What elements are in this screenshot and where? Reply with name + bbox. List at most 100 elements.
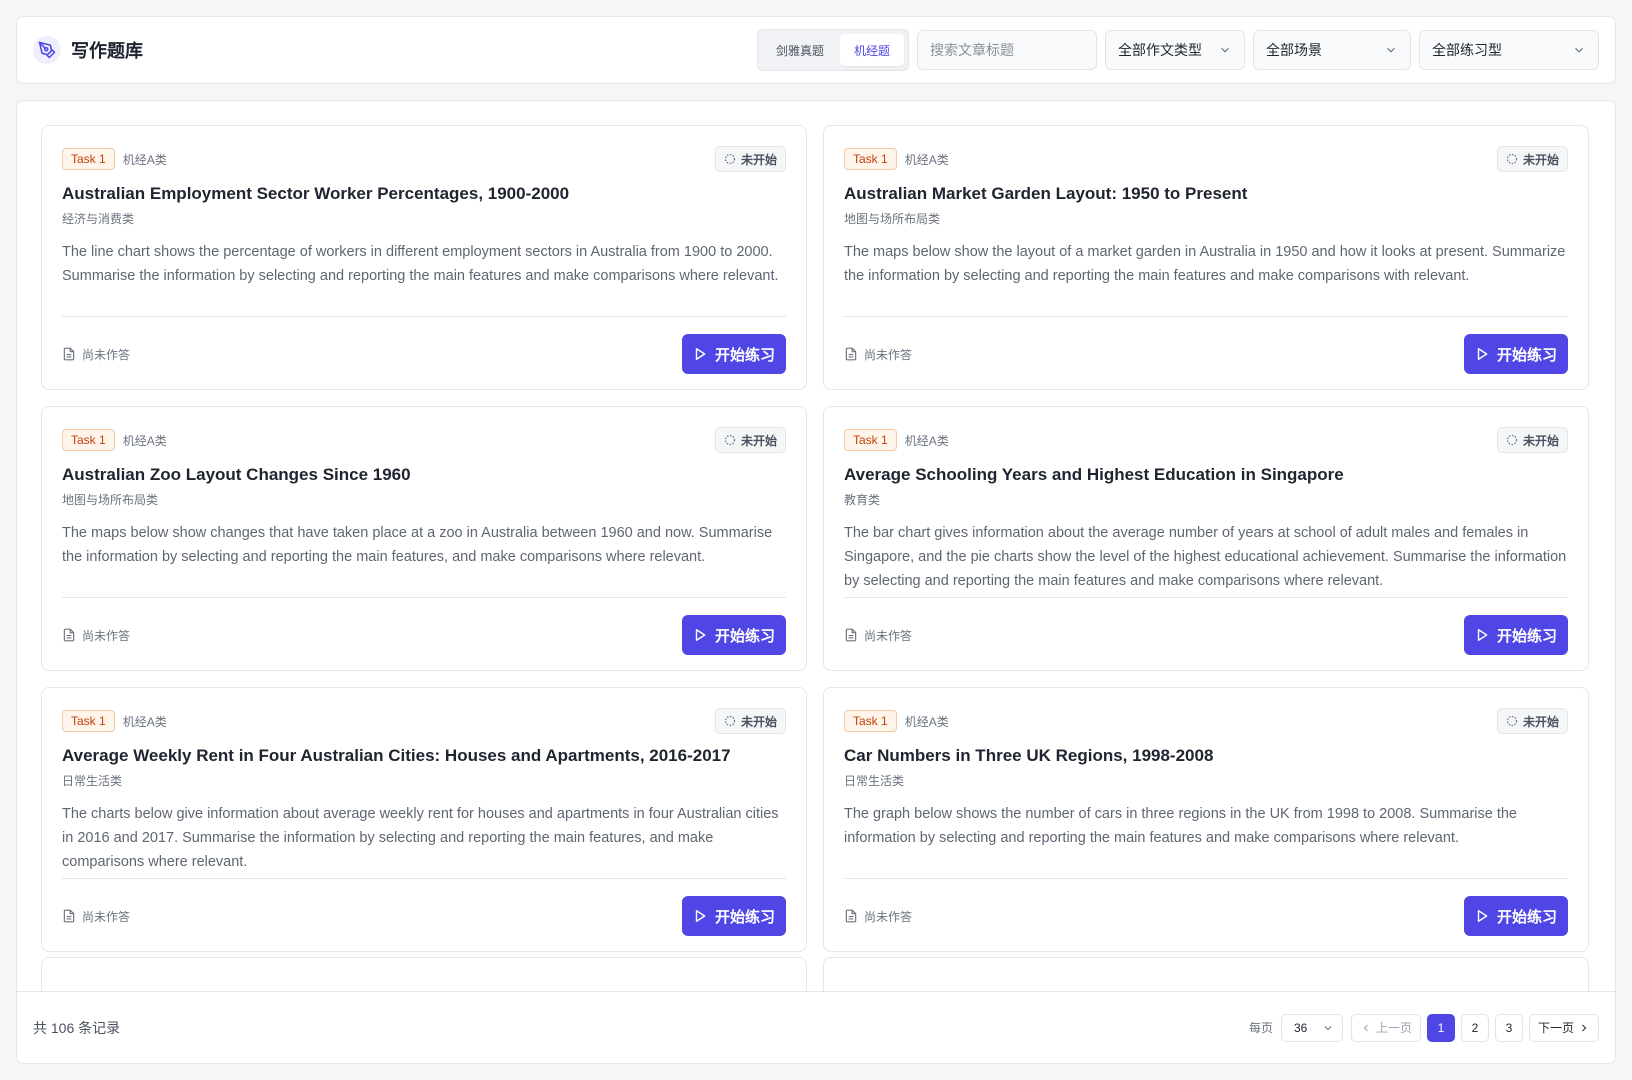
status-text: 未开始	[1522, 714, 1559, 729]
source-label: 机经A类	[122, 152, 167, 167]
chevron-right-icon	[1582, 1024, 1587, 1031]
card-description: The maps below show changes that have ta…	[62, 525, 773, 565]
app-logo-icon	[33, 36, 61, 64]
answer-status-text: 尚未作答	[82, 909, 131, 924]
status-badge: 未开始	[1496, 146, 1568, 172]
card-description: The maps below show the layout of a mark…	[844, 244, 1566, 284]
card-title: Average Weekly Rent in Four Australian C…	[62, 746, 731, 765]
question-list-panel: Task 1 机经A类 未开始 Australian Employment Se…	[16, 100, 1616, 1064]
top-bar: 写作题库 剑雅真题 机经题 全部作文类型 全部场景 全部练习型	[16, 16, 1616, 84]
status-text: 未开始	[740, 433, 777, 448]
start-practice-label: 开始练习	[1496, 346, 1557, 364]
tab-cambridge[interactable]: 剑雅真题	[762, 34, 838, 66]
per-page-select[interactable]: 36	[1280, 1013, 1343, 1042]
task-badge: Task 1	[62, 148, 115, 170]
category-label: 日常生活类	[844, 774, 905, 788]
answer-status-text: 尚未作答	[864, 347, 913, 362]
loading-circle-icon	[724, 434, 736, 446]
document-icon	[63, 909, 75, 923]
task-badge: Task 1	[62, 710, 115, 732]
scene-select[interactable]: 全部场景	[1253, 30, 1411, 70]
card-description: The line chart shows the percentage of w…	[62, 244, 779, 284]
next-page-label: 下一页	[1537, 1021, 1574, 1035]
question-card: Task 1 机经A类 未开始 Average Schooling Years …	[823, 406, 1589, 671]
pagination-bar: 共 106 条记录 每页 36 上一页 1 2 3 下一页	[17, 991, 1615, 1063]
play-icon	[695, 348, 706, 360]
answer-status: 尚未作答	[62, 627, 130, 644]
play-icon	[695, 910, 706, 922]
play-icon	[695, 629, 706, 641]
loading-circle-icon	[724, 153, 736, 165]
document-icon	[845, 347, 857, 361]
document-icon	[63, 347, 75, 361]
document-icon	[845, 628, 857, 642]
category-label: 经济与消费类	[62, 212, 135, 226]
page-button-2[interactable]: 2	[1460, 1013, 1489, 1042]
category-label: 教育类	[844, 493, 881, 507]
question-card: Task 1 机经A类 未开始 Car Numbers in Three UK …	[823, 687, 1589, 952]
card-description: The charts below give information about …	[62, 806, 779, 870]
start-practice-button[interactable]: 开始练习	[682, 615, 786, 655]
prev-page-button[interactable]: 上一页	[1350, 1013, 1421, 1042]
answer-status: 尚未作答	[62, 346, 130, 363]
scene-value: 全部场景	[1266, 42, 1322, 58]
answer-status: 尚未作答	[844, 627, 912, 644]
answer-status-text: 尚未作答	[82, 628, 131, 643]
card-title: Australian Employment Sector Worker Perc…	[62, 184, 570, 203]
answer-status: 尚未作答	[844, 346, 912, 363]
answer-status: 尚未作答	[62, 908, 130, 925]
loading-circle-icon	[724, 715, 736, 727]
practice-type-select[interactable]: 全部练习型	[1419, 30, 1599, 70]
start-practice-button[interactable]: 开始练习	[682, 896, 786, 936]
card-grid: Task 1 机经A类 未开始 Australian Employment Se…	[41, 125, 1593, 952]
page-button-3[interactable]: 3	[1494, 1013, 1523, 1042]
tab-jijing[interactable]: 机经题	[839, 34, 904, 66]
category-label: 地图与场所布局类	[844, 212, 941, 226]
answer-status-text: 尚未作答	[864, 628, 913, 643]
per-page-label: 每页	[1248, 1021, 1273, 1035]
answer-status-text: 尚未作答	[82, 347, 131, 362]
source-tabs: 剑雅真题 机经题	[756, 29, 909, 71]
chevron-down-icon	[1387, 47, 1395, 53]
source-label: 机经A类	[904, 152, 949, 167]
card-title: Australian Zoo Layout Changes Since 1960	[62, 465, 411, 484]
question-card: Task 1 机经A类 未开始 Australian Market Garden…	[823, 125, 1589, 390]
start-practice-button[interactable]: 开始练习	[1464, 334, 1568, 374]
chevron-down-icon	[1324, 1025, 1332, 1030]
status-text: 未开始	[1522, 433, 1559, 448]
essay-type-select[interactable]: 全部作文类型	[1105, 30, 1245, 70]
play-icon	[1477, 629, 1488, 641]
search-input[interactable]	[917, 30, 1097, 70]
prev-page-label: 上一页	[1375, 1021, 1412, 1035]
task-badge: Task 1	[844, 710, 897, 732]
card-title: Car Numbers in Three UK Regions, 1998-20…	[844, 746, 1214, 765]
answer-status-text: 尚未作答	[864, 909, 913, 924]
category-label: 日常生活类	[62, 774, 123, 788]
start-practice-label: 开始练习	[714, 908, 775, 926]
loading-circle-icon	[1506, 153, 1518, 165]
source-label: 机经A类	[904, 433, 949, 448]
page-button-1[interactable]: 1	[1426, 1013, 1455, 1042]
source-label: 机经A类	[122, 714, 167, 729]
per-page-value: 36	[1293, 1020, 1308, 1035]
task-badge: Task 1	[844, 148, 897, 170]
question-card: Task 1 机经A类 未开始 Average Weekly Rent in F…	[41, 687, 807, 952]
chevron-down-icon	[1575, 47, 1583, 53]
category-label: 地图与场所布局类	[62, 493, 159, 507]
total-records: 共 106 条记录	[33, 1019, 121, 1036]
loading-circle-icon	[1506, 434, 1518, 446]
play-icon	[1477, 910, 1488, 922]
card-title: Australian Market Garden Layout: 1950 to…	[844, 184, 1248, 203]
chevron-left-icon	[1363, 1024, 1368, 1031]
status-text: 未开始	[1522, 152, 1559, 167]
status-text: 未开始	[740, 714, 777, 729]
status-text: 未开始	[740, 152, 777, 167]
next-page-button[interactable]: 下一页	[1528, 1013, 1599, 1042]
source-label: 机经A类	[904, 714, 949, 729]
start-practice-button[interactable]: 开始练习	[682, 334, 786, 374]
status-badge: 未开始	[714, 427, 786, 453]
card-description: The bar chart gives information about th…	[844, 525, 1567, 589]
task-badge: Task 1	[844, 429, 897, 451]
start-practice-button[interactable]: 开始练习	[1464, 896, 1568, 936]
start-practice-button[interactable]: 开始练习	[1464, 615, 1568, 655]
